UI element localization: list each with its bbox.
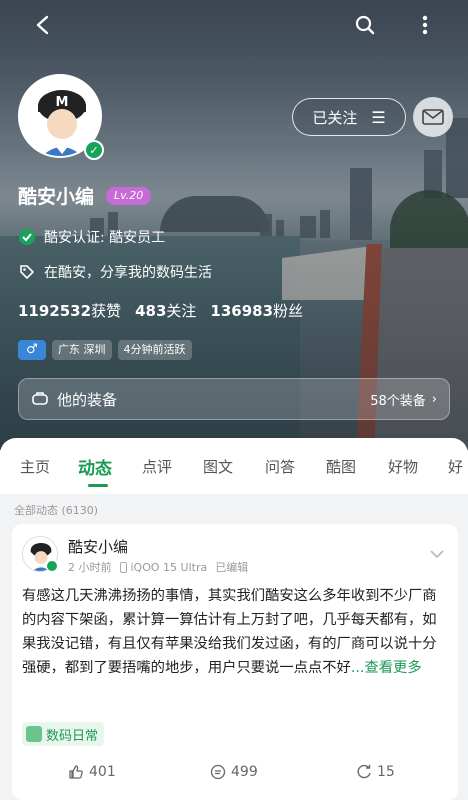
- read-more-link[interactable]: ...查看更多: [351, 660, 422, 676]
- post-meta: 2 小时前 iQOO 15 Ultra 已编辑: [68, 559, 248, 575]
- tag-icon: [18, 263, 36, 281]
- follow-button[interactable]: 已关注 ☰: [292, 98, 406, 136]
- like-count: 401: [89, 764, 116, 780]
- topic-icon: [26, 726, 42, 742]
- gear-label: 他的装备: [57, 390, 118, 409]
- profile-name: 酷安小编: [18, 186, 95, 208]
- more-vertical-icon[interactable]: [410, 10, 440, 40]
- active-status-chip: 4分钟前活跃: [117, 340, 192, 360]
- verified-check-icon: [18, 228, 36, 246]
- topic-label: 数码日常: [46, 728, 99, 744]
- certification-line: 酷安认证: 酷安员工: [18, 227, 165, 247]
- topic-tag[interactable]: 数码日常: [22, 722, 105, 746]
- tab-feed[interactable]: 动态: [78, 454, 112, 479]
- tab-qa[interactable]: 问答: [265, 456, 295, 477]
- verified-badge-icon: ✓: [84, 140, 104, 160]
- fans-stat[interactable]: 136983粉丝: [210, 300, 303, 321]
- thumbs-up-icon: [69, 765, 83, 779]
- tab-pictures[interactable]: 酷图: [326, 456, 356, 477]
- share-count: 15: [377, 764, 395, 780]
- phone-icon: [119, 561, 127, 573]
- share-icon: [357, 764, 371, 779]
- chevron-down-icon[interactable]: [430, 544, 444, 563]
- post-edited: 已编辑: [215, 561, 249, 574]
- mail-icon: [422, 109, 444, 125]
- gear-count: 58个装备 ›: [370, 391, 437, 409]
- active-tab-indicator: [88, 484, 108, 487]
- like-button[interactable]: 401: [68, 764, 116, 780]
- share-button[interactable]: 15: [356, 764, 395, 780]
- post-verified-icon: [46, 560, 58, 572]
- tab-reviews[interactable]: 点评: [142, 456, 172, 477]
- tab-articles[interactable]: 图文: [203, 456, 233, 477]
- tab-goods[interactable]: 好物: [388, 456, 418, 477]
- gear-icon: [31, 391, 49, 407]
- search-icon[interactable]: [350, 10, 380, 40]
- feed-count: 全部动态 (6130): [14, 504, 99, 517]
- back-arrow-icon[interactable]: [28, 10, 58, 40]
- level-badge: Lv.20: [106, 187, 152, 205]
- bio-text: 在酷安，分享我的数码生活: [44, 265, 212, 281]
- post-actions: 401 499 15: [12, 764, 458, 786]
- comment-button[interactable]: 499: [210, 764, 258, 780]
- tab-bar: 主页 动态 点评 图文 问答 酷图 好物 好: [0, 438, 468, 494]
- comment-count: 499: [231, 764, 258, 780]
- gender-male-icon: ♂: [18, 340, 46, 360]
- chevron-right-icon: ›: [431, 391, 437, 407]
- svg-text:M: M: [56, 95, 69, 110]
- certification-text: 酷安认证: 酷安员工: [44, 230, 166, 246]
- post-time: 2 小时前: [68, 561, 112, 574]
- tab-overflow[interactable]: 好: [448, 456, 463, 477]
- comment-icon: [210, 764, 226, 780]
- bio-line: 在酷安，分享我的数码生活: [18, 262, 212, 282]
- profile-tags: ♂ 广东 深圳 4分钟前活跃: [18, 340, 192, 360]
- feed-post[interactable]: 酷安小编 2 小时前 iQOO 15 Ultra 已编辑 有感这几天沸沸扬扬的事…: [12, 524, 458, 800]
- location-chip: 广东 深圳: [52, 340, 112, 360]
- follow-label: 已关注: [312, 108, 358, 127]
- post-body: 有感这几天沸沸扬扬的事情，其实我们酷安这么多年收到不少厂商的内容下架函，累计算一…: [22, 584, 446, 680]
- profile-stats: 1192532获赞 483关注 136983粉丝: [18, 300, 303, 321]
- menu-lines-icon: ☰: [371, 107, 386, 127]
- gear-bar[interactable]: 他的装备 58个装备 ›: [18, 378, 450, 420]
- post-device: iQOO 15 Ultra: [130, 560, 208, 574]
- likes-stat[interactable]: 1192532获赞: [18, 300, 121, 321]
- following-stat[interactable]: 483关注: [135, 300, 196, 321]
- post-author[interactable]: 酷安小编: [68, 536, 128, 557]
- message-button[interactable]: [413, 97, 453, 137]
- tab-home[interactable]: 主页: [20, 456, 50, 477]
